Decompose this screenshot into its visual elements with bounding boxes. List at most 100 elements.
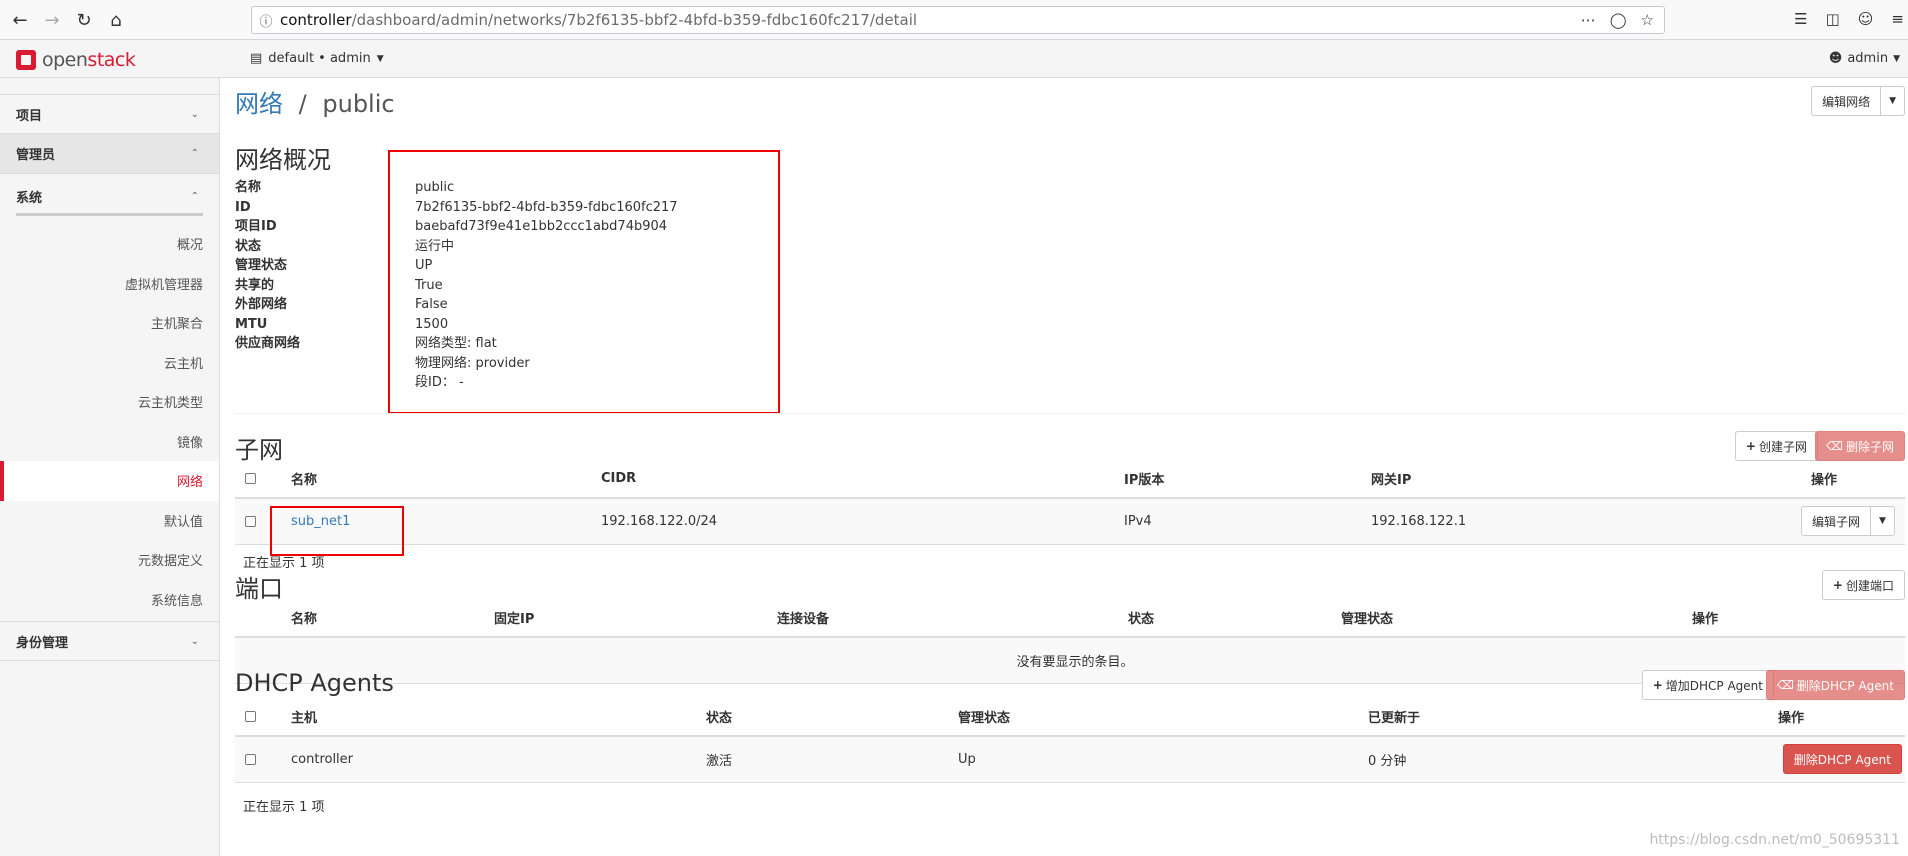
account-icon[interactable]: ☺ bbox=[1858, 10, 1874, 28]
column-header[interactable]: 名称 bbox=[281, 599, 484, 638]
delete-subnet-button[interactable]: ⌫ 删除子网 bbox=[1815, 431, 1905, 461]
back-icon[interactable]: ← bbox=[8, 8, 32, 32]
column-header[interactable]: IP版本 bbox=[1114, 460, 1361, 499]
sidebar-toggle-icon[interactable]: ◫ bbox=[1826, 10, 1840, 28]
sidebar-item-label: 系统 bbox=[16, 190, 43, 206]
home-icon[interactable]: ⌂ bbox=[104, 8, 128, 32]
column-header: 操作 bbox=[1801, 460, 1905, 499]
pocket-icon[interactable]: ◯ bbox=[1610, 11, 1627, 29]
row-actions-dropdown[interactable]: ▼ bbox=[1871, 506, 1895, 537]
page-actions-icon[interactable]: ⋯ bbox=[1581, 11, 1596, 29]
menu-icon[interactable]: ≡ bbox=[1891, 10, 1904, 28]
sidebar-item-networks[interactable]: 网络 bbox=[0, 461, 219, 501]
select-all-checkbox[interactable] bbox=[245, 711, 256, 722]
project-selector[interactable]: ▤ default • admin ▼ bbox=[250, 51, 384, 66]
sidebar-item-overview[interactable]: 概况 bbox=[0, 224, 219, 264]
table-row: sub_net1 192.168.122.0/24 IPv4 192.168.1… bbox=[235, 498, 1905, 545]
url-host: controller bbox=[280, 11, 352, 29]
openstack-header: openstack ▤ default • admin ▼ ☻ admin ▼ bbox=[0, 40, 1908, 78]
sidebar-item-system-info[interactable]: 系统信息 bbox=[0, 580, 219, 620]
column-header[interactable]: 管理状态 bbox=[948, 698, 1358, 737]
library-icon[interactable]: ☰ bbox=[1794, 10, 1807, 28]
chevron-up-icon: ⌃ bbox=[190, 148, 199, 159]
trash-icon: ⌫ bbox=[1776, 678, 1794, 692]
user-menu[interactable]: ☻ admin ▼ bbox=[1829, 51, 1900, 66]
breadcrumb-separator: / bbox=[298, 90, 307, 118]
column-header: 操作 bbox=[1682, 599, 1905, 638]
address-bar[interactable]: ⓘ controller/dashboard/admin/networks/7b… bbox=[251, 6, 1665, 34]
actions-dropdown-toggle[interactable]: ▼ bbox=[1881, 86, 1905, 116]
forward-icon[interactable]: → bbox=[40, 8, 64, 32]
overview-labels: 名称 ID 项目ID 状态 管理状态 共享的 外部网络 MTU 供应商网络 bbox=[235, 178, 300, 354]
edit-subnet-button[interactable]: 编辑子网 bbox=[1801, 506, 1872, 537]
sidebar-item-instances[interactable]: 云主机 bbox=[0, 343, 219, 383]
delete-dhcp-agents-button[interactable]: ⌫ 删除DHCP Agent bbox=[1765, 670, 1905, 700]
column-header[interactable]: 状态 bbox=[696, 698, 948, 737]
column-header: 操作 bbox=[1768, 698, 1905, 737]
breadcrumb-networks-link[interactable]: 网络 bbox=[235, 90, 283, 118]
column-header[interactable]: 主机 bbox=[281, 698, 696, 737]
chevron-down-icon: ⌄ bbox=[190, 108, 199, 120]
openstack-logo[interactable]: openstack bbox=[16, 49, 136, 71]
sidebar-item-host-aggregates[interactable]: 主机聚合 bbox=[0, 303, 219, 343]
overview-label: 管理状态 bbox=[235, 258, 288, 273]
column-header[interactable]: CIDR bbox=[591, 460, 1114, 499]
column-header[interactable]: 名称 bbox=[281, 460, 591, 499]
subnet-cidr: 192.168.122.0/24 bbox=[591, 498, 1114, 545]
row-checkbox[interactable] bbox=[245, 753, 256, 765]
sidebar-item-system[interactable]: 系统 ⌃ bbox=[0, 174, 219, 218]
sidebar-item-project[interactable]: 项目 ⌄ bbox=[0, 94, 219, 134]
agent-host: controller bbox=[281, 736, 696, 783]
column-header[interactable]: 管理状态 bbox=[1331, 599, 1682, 638]
select-all-checkbox[interactable] bbox=[245, 473, 256, 484]
sidebar-item-label: 身份管理 bbox=[16, 635, 69, 651]
sidebar-item-admin[interactable]: 管理员 ⌃ bbox=[0, 134, 219, 174]
overview-label: ID bbox=[235, 199, 251, 215]
column-header[interactable]: 已更新于 bbox=[1358, 698, 1768, 737]
agent-status: 激活 bbox=[696, 736, 948, 783]
sidebar-item-metadata[interactable]: 元数据定义 bbox=[0, 540, 219, 580]
edit-subnet-group: 编辑子网 ▼ bbox=[1801, 506, 1895, 537]
table-row: controller 激活 Up 0 分钟 删除DHCP Agent bbox=[235, 736, 1905, 783]
row-checkbox[interactable] bbox=[245, 515, 256, 527]
subnet-gateway: 192.168.122.1 bbox=[1361, 498, 1801, 545]
subnet-ip-version: IPv4 bbox=[1114, 498, 1361, 545]
plus-icon: + bbox=[1832, 578, 1843, 592]
create-subnet-label: 创建子网 bbox=[1758, 439, 1807, 454]
column-header[interactable]: 连接设备 bbox=[767, 599, 1118, 638]
add-dhcp-agent-button[interactable]: + 增加DHCP Agent bbox=[1641, 670, 1774, 700]
sidebar-item-defaults[interactable]: 默认值 bbox=[0, 501, 219, 541]
plus-icon: + bbox=[1745, 439, 1756, 453]
project-icon: ▤ bbox=[250, 51, 263, 66]
edit-network-button[interactable]: 编辑网络 bbox=[1811, 86, 1882, 116]
agent-admin-state: Up bbox=[948, 736, 1358, 783]
delete-dhcp-agents-label: 删除DHCP Agent bbox=[1796, 678, 1894, 693]
sidebar-item-images[interactable]: 镜像 bbox=[0, 422, 219, 462]
openstack-logo-mark bbox=[16, 50, 36, 70]
create-port-label: 创建端口 bbox=[1845, 578, 1894, 593]
logo-stack: stack bbox=[87, 49, 136, 71]
column-header[interactable]: 网关IP bbox=[1361, 460, 1801, 499]
main-content: 网络 / public 编辑网络 ▼ 网络概况 名称 ID 项目ID 状态 管理… bbox=[235, 78, 1908, 856]
column-header[interactable]: 固定IP bbox=[484, 599, 767, 638]
user-name: admin bbox=[1847, 51, 1889, 66]
divider bbox=[235, 413, 1905, 414]
column-header[interactable]: 状态 bbox=[1118, 599, 1331, 638]
breadcrumb: 网络 / public bbox=[235, 84, 395, 119]
sidebar-item-flavors[interactable]: 云主机类型 bbox=[0, 382, 219, 422]
plus-icon: + bbox=[1652, 678, 1663, 692]
sidebar-item-identity[interactable]: 身份管理 ⌄ bbox=[0, 621, 219, 661]
reload-icon[interactable]: ↻ bbox=[72, 8, 96, 32]
delete-dhcp-agent-button[interactable]: 删除DHCP Agent bbox=[1782, 744, 1902, 775]
create-subnet-button[interactable]: + 创建子网 bbox=[1734, 431, 1818, 461]
browser-toolbar: ← → ↻ ⌂ ⓘ controller/dashboard/admin/net… bbox=[0, 0, 1908, 40]
create-port-button[interactable]: + 创建端口 bbox=[1821, 570, 1905, 600]
user-icon: ☻ bbox=[1828, 51, 1843, 66]
sidebar-item-hypervisors[interactable]: 虚拟机管理器 bbox=[0, 264, 219, 304]
site-info-icon[interactable]: ⓘ bbox=[252, 11, 280, 30]
sidebar-item-label: 管理员 bbox=[16, 148, 56, 163]
bookmark-star-icon[interactable]: ☆ bbox=[1641, 11, 1654, 29]
project-selector-label: default • admin bbox=[268, 51, 371, 66]
dhcp-title: DHCP Agents bbox=[235, 669, 394, 697]
sidebar: 项目 ⌄ 管理员 ⌃ 系统 ⌃ 概况 虚拟机管理器 主机聚合 云主机 云主机类型… bbox=[0, 78, 220, 856]
